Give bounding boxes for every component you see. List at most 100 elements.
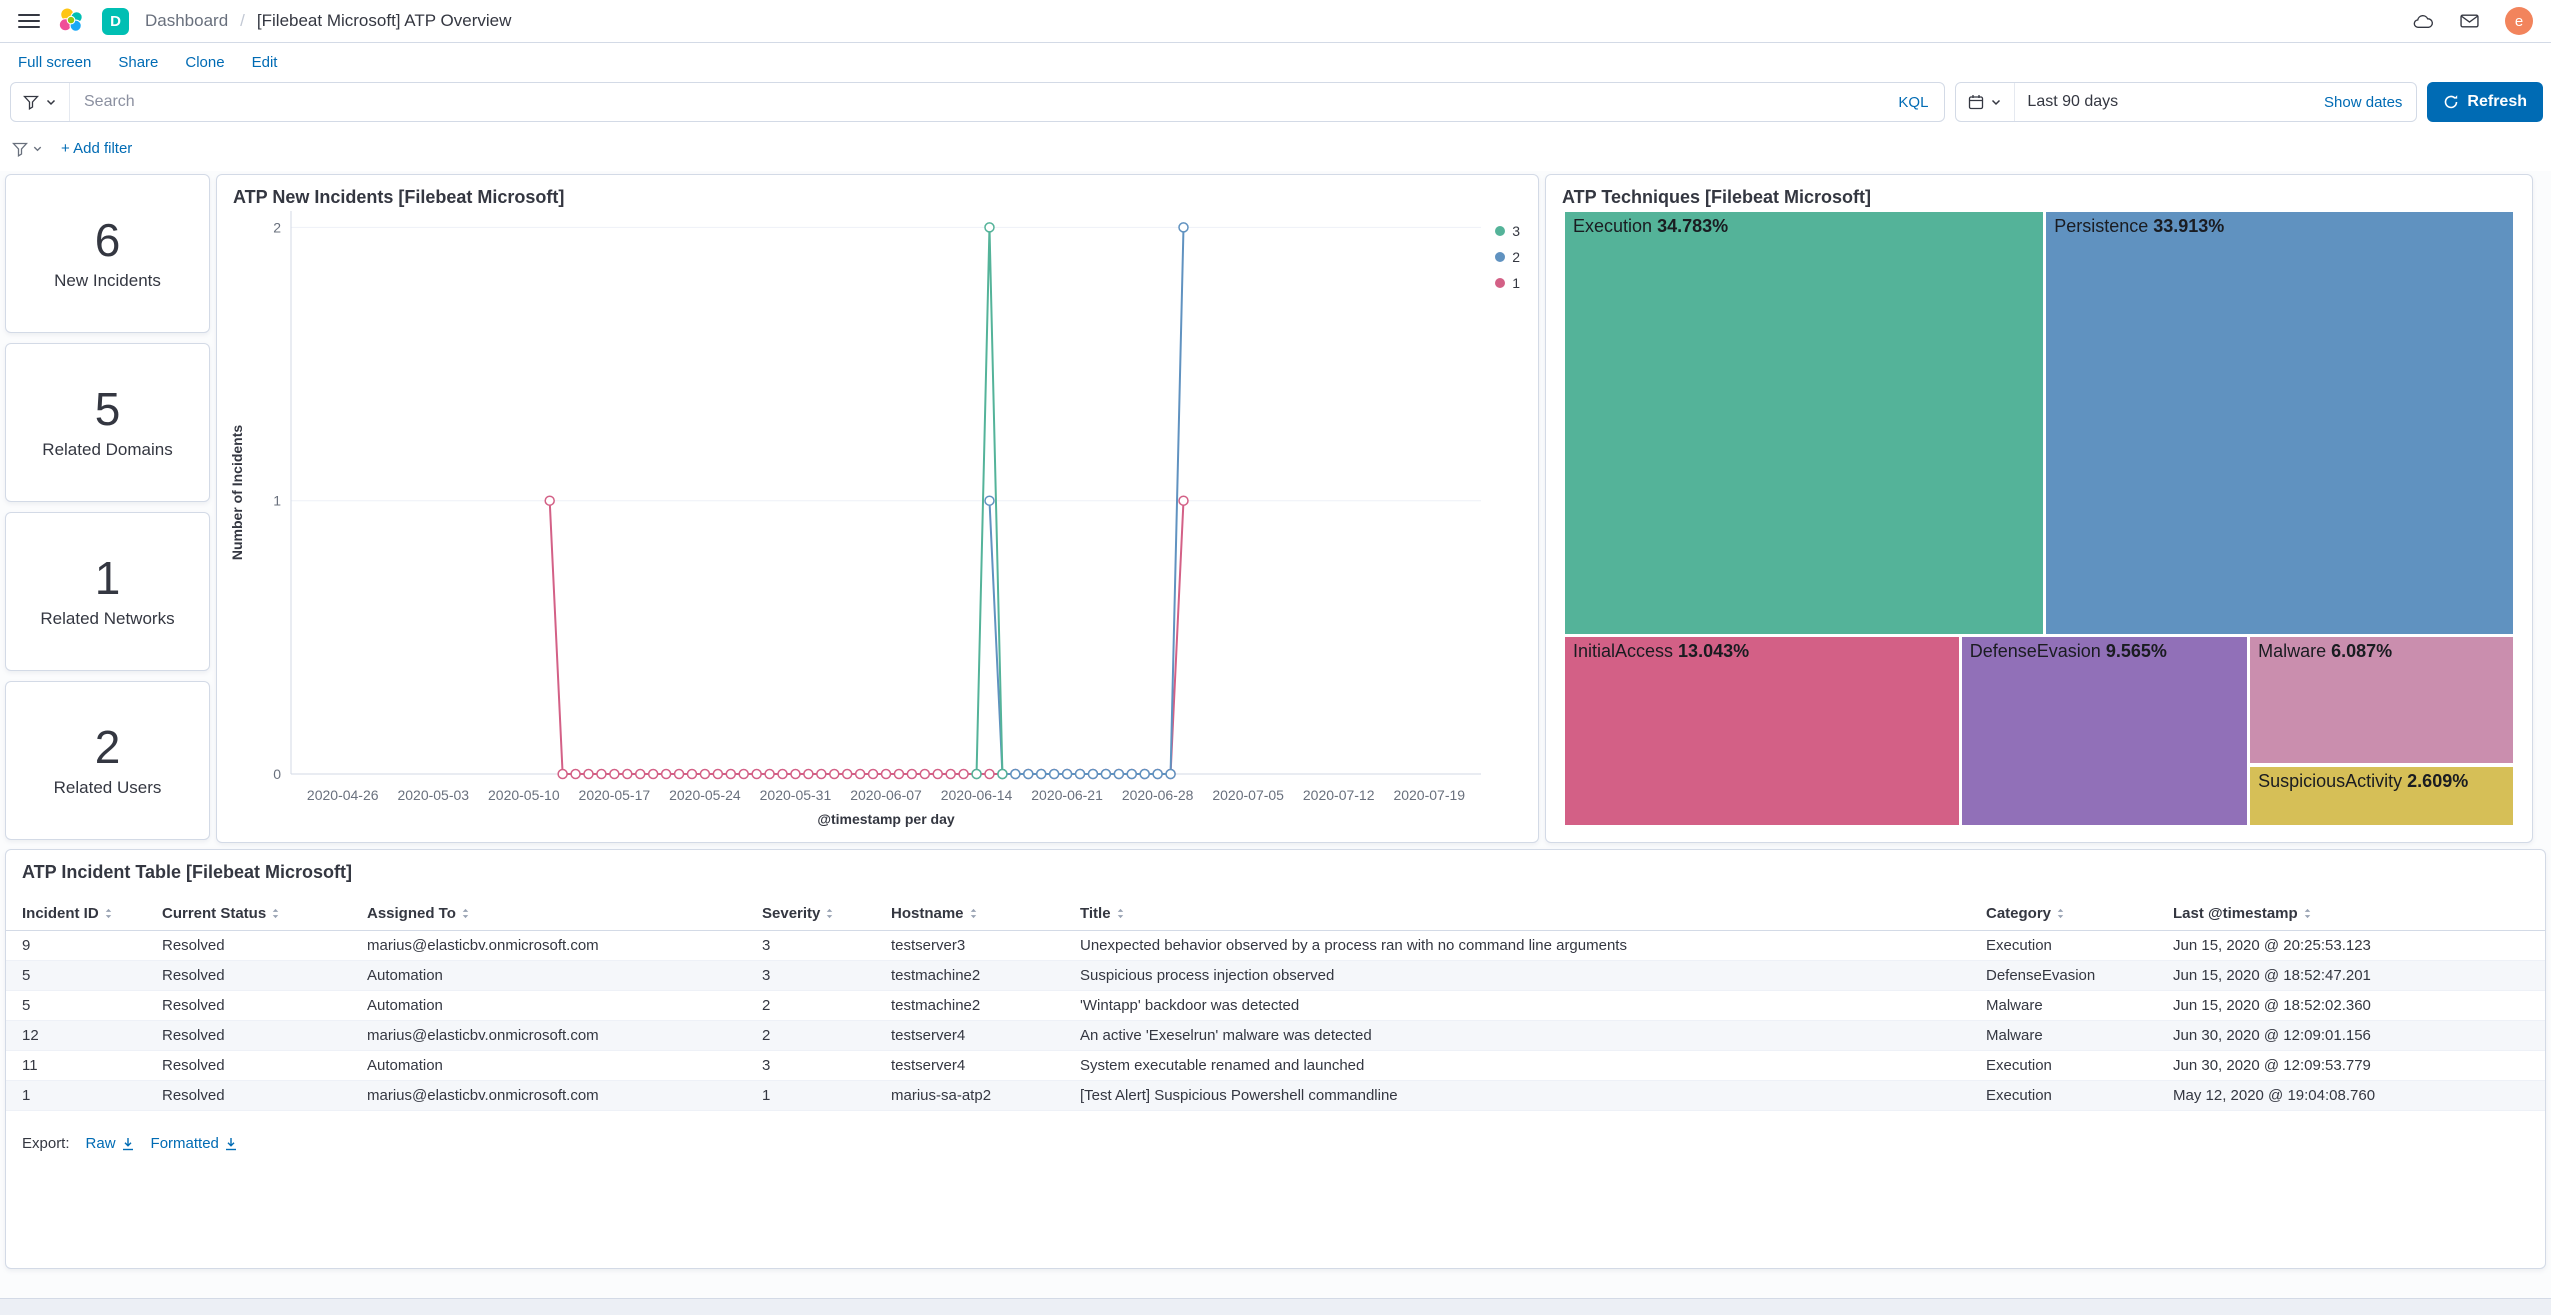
column-header[interactable]: Category [1986, 897, 2173, 931]
legend-item[interactable]: 3 [1495, 223, 1520, 239]
table-cell: Resolved [162, 961, 367, 991]
clone-link[interactable]: Clone [185, 54, 224, 71]
sort-icon [460, 908, 471, 919]
table-cell: marius@elasticbv.onmicrosoft.com [367, 1081, 762, 1111]
column-header[interactable]: Last @timestamp [2173, 897, 2545, 931]
metric-label: Related Users [54, 778, 162, 798]
search-bar: KQL Last 90 days Show dates Refresh [0, 78, 2551, 130]
table-cell: Jun 30, 2020 @ 12:09:01.156 [2173, 1021, 2545, 1051]
calendar-icon [1968, 94, 1984, 110]
legend-item[interactable]: 2 [1495, 249, 1520, 265]
saved-query-menu-button[interactable] [11, 83, 70, 121]
column-header[interactable]: Hostname [891, 897, 1080, 931]
refresh-button[interactable]: Refresh [2427, 82, 2543, 122]
panel-title: ATP Incident Table [Filebeat Microsoft] [6, 850, 2545, 889]
techniques-treemap-panel: ATP Techniques [Filebeat Microsoft] Exec… [1545, 174, 2533, 843]
add-filter-button[interactable]: + Add filter [61, 140, 132, 157]
table-cell: 3 [762, 961, 891, 991]
table-cell: testserver4 [891, 1021, 1080, 1051]
table-cell: May 12, 2020 @ 19:04:08.760 [2173, 1081, 2545, 1111]
table-header-row: Incident IDCurrent StatusAssigned ToSeve… [6, 897, 2545, 931]
treemap-tile-label: Execution 34.783% [1565, 212, 2043, 241]
svg-text:0: 0 [273, 766, 281, 782]
table-cell: Resolved [162, 1081, 367, 1111]
refresh-icon [2443, 94, 2459, 110]
table-cell: 11 [6, 1051, 162, 1081]
breadcrumb-dashboard[interactable]: Dashboard [145, 11, 228, 31]
column-header[interactable]: Title [1080, 897, 1986, 931]
table-cell: Execution [1986, 1051, 2173, 1081]
treemap-tile-label: Malware 6.087% [2250, 637, 2513, 666]
menu-hamburger-icon[interactable] [18, 8, 40, 34]
metric-panel-new-incidents: 6 New Incidents [5, 174, 210, 333]
legend-item[interactable]: 1 [1495, 275, 1520, 291]
column-header[interactable]: Incident ID [6, 897, 162, 931]
table-cell: Resolved [162, 931, 367, 961]
metric-value: 5 [95, 386, 121, 432]
incidents-chart-svg[interactable]: 0 1 2 2020-04-26 2020-05-03 2020-05-10 2020-05… [217, 175, 1538, 842]
treemap-tile-execution[interactable]: Execution 34.783% [1565, 212, 2043, 634]
search-input[interactable] [70, 83, 1882, 121]
chevron-down-icon [32, 143, 43, 154]
svg-text:2020-05-17: 2020-05-17 [579, 787, 651, 803]
refresh-label: Refresh [2467, 93, 2527, 111]
treemap-tile-label: DefenseEvasion 9.565% [1962, 637, 2247, 666]
table-cell: marius@elasticbv.onmicrosoft.com [367, 1021, 762, 1051]
treemap-tile-suspiciousactivity[interactable]: SuspiciousActivity 2.609% [2250, 767, 2513, 825]
sort-icon [1115, 908, 1126, 919]
treemap-tile-label: InitialAccess 13.043% [1565, 637, 1959, 666]
panel-title: ATP Techniques [Filebeat Microsoft] [1546, 175, 2532, 214]
query-language-button[interactable]: KQL [1882, 94, 1944, 111]
user-avatar[interactable]: e [2505, 7, 2533, 35]
svg-text:2020-06-07: 2020-06-07 [850, 787, 922, 803]
metric-label: Related Networks [40, 609, 174, 629]
table-row: 5ResolvedAutomation2testmachine2'Wintapp… [6, 991, 2545, 1021]
space-badge[interactable]: D [102, 8, 129, 35]
svg-text:2020-05-10: 2020-05-10 [488, 787, 560, 803]
chart-legend: 3 2 1 [1495, 223, 1520, 291]
svg-text:2020-04-26: 2020-04-26 [307, 787, 379, 803]
export-formatted-link[interactable]: Formatted [151, 1135, 238, 1152]
newsfeed-button[interactable] [2460, 13, 2479, 29]
table-cell: 5 [6, 961, 162, 991]
share-link[interactable]: Share [118, 54, 158, 71]
time-range-display[interactable]: Last 90 days [2015, 93, 2310, 111]
cloud-deployment-button[interactable] [2413, 13, 2434, 30]
table-cell: 5 [6, 991, 162, 1021]
metric-panel-related-users: 2 Related Users [5, 681, 210, 840]
table-cell: Automation [367, 991, 762, 1021]
column-header[interactable]: Current Status [162, 897, 367, 931]
edit-link[interactable]: Edit [252, 54, 278, 71]
show-dates-link[interactable]: Show dates [2310, 94, 2416, 111]
treemap: Execution 34.783%Persistence 33.913% Init… [1565, 212, 2513, 825]
filter-bar: + Add filter [0, 130, 2551, 171]
legend-label: 1 [1512, 275, 1520, 291]
export-raw-link[interactable]: Raw [86, 1135, 135, 1152]
table-cell: testmachine2 [891, 961, 1080, 991]
column-header[interactable]: Assigned To [367, 897, 762, 931]
table-cell: marius@elasticbv.onmicrosoft.com [367, 931, 762, 961]
chevron-down-icon [45, 96, 57, 108]
treemap-tile-malware[interactable]: Malware 6.087% [2250, 637, 2513, 763]
bottom-scrollbar-track [0, 1298, 2551, 1315]
table-row: 9Resolvedmarius@elasticbv.onmicrosoft.co… [6, 931, 2545, 961]
svg-text:2020-05-03: 2020-05-03 [397, 787, 469, 803]
quick-time-menu-button[interactable] [1956, 83, 2015, 121]
sort-icon [270, 908, 281, 919]
treemap-tile-initialaccess[interactable]: InitialAccess 13.043% [1565, 637, 1959, 825]
metric-value: 1 [95, 555, 121, 601]
column-header[interactable]: Severity [762, 897, 891, 931]
legend-dot-icon [1495, 278, 1505, 288]
breadcrumb: Dashboard / [Filebeat Microsoft] ATP Ove… [145, 11, 511, 31]
full-screen-link[interactable]: Full screen [18, 54, 91, 71]
sort-icon [824, 908, 835, 919]
filter-options-button[interactable] [12, 141, 43, 157]
filter-funnel-icon [23, 94, 39, 110]
treemap-tile-persistence[interactable]: Persistence 33.913% [2046, 212, 2513, 634]
metric-panel-related-domains: 5 Related Domains [5, 343, 210, 502]
treemap-tile-defenseevasion[interactable]: DefenseEvasion 9.565% [1962, 637, 2247, 825]
date-picker: Last 90 days Show dates [1955, 82, 2417, 122]
table-row: 11ResolvedAutomation3testserver4System e… [6, 1051, 2545, 1081]
table-cell: testmachine2 [891, 991, 1080, 1021]
sort-icon [2302, 908, 2313, 919]
